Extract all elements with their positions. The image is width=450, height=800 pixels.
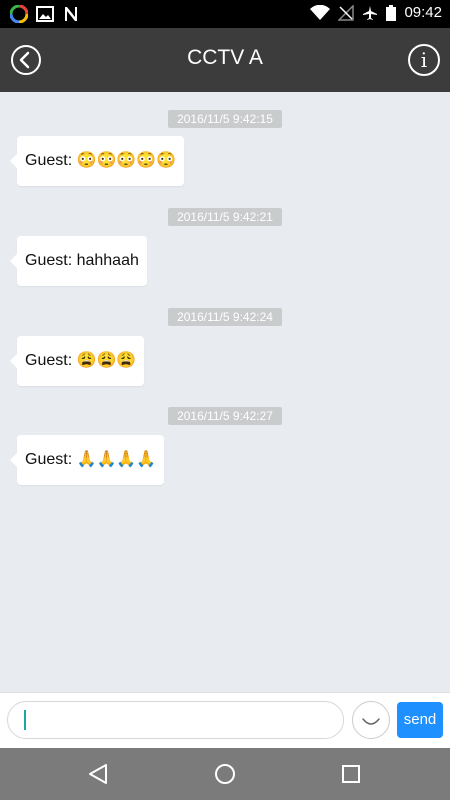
message-input-bar: send — [0, 692, 450, 748]
message-timestamp: 2016/11/5 9:42:21 — [168, 208, 282, 226]
image-notification-icon — [36, 6, 54, 22]
status-right-icons: 09:42 — [310, 4, 442, 21]
message-bubble[interactable]: Guest: hahhaah — [10, 236, 147, 286]
message-timestamp: 2016/11/5 9:42:24 — [168, 308, 282, 326]
app-notification-icon — [10, 5, 28, 23]
n-notification-icon — [65, 7, 77, 21]
message-bubble[interactable]: Guest: 🙏🙏🙏🙏 — [9, 435, 165, 485]
message-bubble[interactable]: Guest: 😳😳😳😳😳 — [9, 136, 185, 186]
emoji-button[interactable] — [352, 701, 390, 739]
message-input[interactable] — [7, 701, 344, 739]
nav-recent-button[interactable] — [321, 748, 381, 800]
text-cursor — [24, 710, 26, 730]
nav-back-button[interactable] — [68, 748, 128, 800]
smiley-icon — [362, 718, 380, 725]
nav-recent-icon — [342, 765, 360, 783]
page-title: CCTV A — [187, 46, 263, 69]
message-bubble[interactable]: Guest: 😩😩😩 — [9, 336, 145, 386]
chat-area[interactable]: 2016/11/5 9:42:15 Guest: 😳😳😳😳😳 2016/11/5… — [0, 92, 450, 692]
message-timestamp: 2016/11/5 9:42:27 — [168, 407, 282, 425]
wifi-icon — [310, 4, 331, 20]
no-signal-icon — [338, 4, 355, 21]
status-time: 09:42 — [404, 4, 442, 21]
status-bar: 09:42 — [0, 0, 450, 28]
nav-home-button[interactable] — [195, 748, 255, 800]
info-button[interactable]: i — [408, 44, 440, 76]
nav-home-icon — [215, 764, 235, 784]
battery-icon — [386, 4, 397, 21]
message-timestamp: 2016/11/5 9:42:15 — [168, 110, 282, 128]
info-icon: i — [420, 48, 428, 72]
navigation-bar — [0, 748, 450, 800]
app-bar: CCTV A i — [0, 28, 450, 92]
nav-back-icon — [89, 764, 107, 784]
status-left-icons — [10, 5, 80, 23]
send-button[interactable]: send — [397, 702, 443, 738]
airplane-icon — [363, 5, 378, 20]
